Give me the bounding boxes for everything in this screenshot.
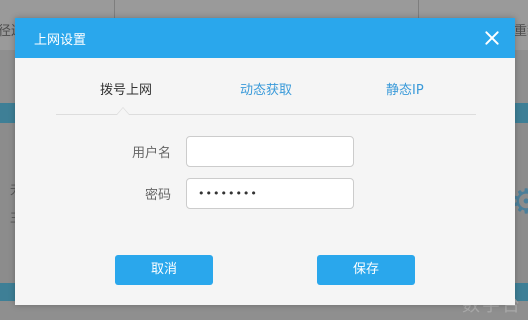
dialog-title: 上网设置 (34, 33, 87, 48)
tab-pppoe[interactable]: 拨号上网 (100, 79, 152, 98)
close-icon[interactable] (484, 30, 500, 46)
internet-settings-dialog: 上网设置 拨号上网 动态获取 静态IP 用户名 密码 •••••••• 取消 保… (15, 18, 515, 305)
password-value: •••••••• (198, 187, 258, 200)
username-label: 用户名 (131, 146, 171, 161)
cancel-button[interactable]: 取消 (115, 255, 213, 285)
background-text: 重新 (514, 24, 528, 39)
background-divider (418, 0, 419, 18)
save-button[interactable]: 保存 (317, 255, 415, 285)
background-divider (114, 0, 115, 18)
password-label: 密码 (144, 188, 171, 203)
tab-dhcp[interactable]: 动态获取 (240, 79, 292, 98)
tab-static-ip[interactable]: 静态IP (386, 79, 424, 98)
password-input[interactable]: •••••••• (186, 178, 354, 209)
dialog-header: 上网设置 (15, 18, 515, 58)
username-input[interactable] (186, 136, 354, 167)
active-tab-indicator (116, 107, 130, 115)
connection-type-tabs: 拨号上网 动态获取 静态IP (15, 58, 515, 116)
